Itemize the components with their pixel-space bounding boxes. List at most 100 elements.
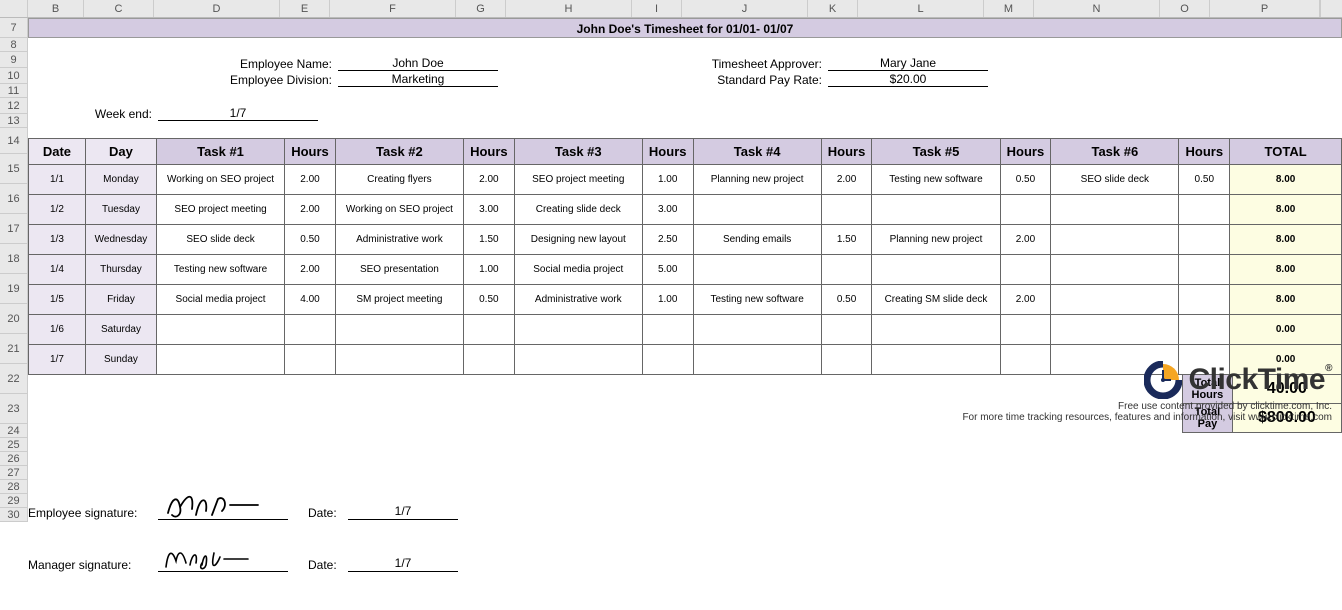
cell-hours[interactable]: 0.50 <box>463 285 514 315</box>
cell-date[interactable]: 1/7 <box>29 345 86 375</box>
row-header-14[interactable]: 14 <box>0 128 28 154</box>
cell-hours[interactable]: 5.00 <box>642 255 693 285</box>
row-header-8[interactable]: 8 <box>0 38 28 52</box>
row-header-17[interactable]: 17 <box>0 214 28 244</box>
cell-task[interactable] <box>693 195 821 225</box>
row-header-10[interactable]: 10 <box>0 68 28 84</box>
cell-date[interactable]: 1/3 <box>29 225 86 255</box>
week-end-value[interactable]: 1/7 <box>158 106 318 121</box>
cell-task[interactable]: Working on SEO project <box>157 165 285 195</box>
cell-task[interactable]: Creating slide deck <box>514 195 642 225</box>
cell-total[interactable]: 8.00 <box>1230 225 1342 255</box>
cell-task[interactable]: Testing new software <box>693 285 821 315</box>
row-header-24[interactable]: 24 <box>0 424 28 438</box>
cell-total[interactable]: 0.00 <box>1230 315 1342 345</box>
cell-hours[interactable]: 0.50 <box>1000 165 1051 195</box>
cell-task[interactable] <box>693 255 821 285</box>
cell-hours[interactable] <box>642 315 693 345</box>
cell-hours[interactable]: 0.50 <box>285 225 336 255</box>
row-header-27[interactable]: 27 <box>0 466 28 480</box>
column-header-L[interactable]: L <box>858 0 984 17</box>
row-header-29[interactable]: 29 <box>0 494 28 508</box>
row-header-25[interactable]: 25 <box>0 438 28 452</box>
column-header-K[interactable]: K <box>808 0 858 17</box>
cell-task[interactable]: SEO project meeting <box>514 165 642 195</box>
cell-task[interactable] <box>1051 195 1179 225</box>
cell-task[interactable]: Planning new project <box>872 225 1000 255</box>
cell-task[interactable]: SM project meeting <box>335 285 463 315</box>
column-header-B[interactable]: B <box>28 0 84 17</box>
cell-task[interactable]: Social media project <box>157 285 285 315</box>
cell-total[interactable]: 8.00 <box>1230 195 1342 225</box>
cell-task[interactable]: SEO slide deck <box>157 225 285 255</box>
cell-hours[interactable] <box>1179 255 1230 285</box>
cell-task[interactable] <box>1051 285 1179 315</box>
cell-hours[interactable]: 3.00 <box>463 195 514 225</box>
cell-hours[interactable] <box>642 345 693 375</box>
cell-day[interactable]: Monday <box>85 165 156 195</box>
row-header-11[interactable]: 11 <box>0 84 28 98</box>
column-header-P[interactable]: P <box>1210 0 1320 17</box>
cell-task[interactable] <box>514 315 642 345</box>
cell-day[interactable]: Sunday <box>85 345 156 375</box>
cell-task[interactable]: Creating SM slide deck <box>872 285 1000 315</box>
cell-hours[interactable]: 1.50 <box>463 225 514 255</box>
cell-task[interactable] <box>1051 255 1179 285</box>
cell-task[interactable]: Creating flyers <box>335 165 463 195</box>
cell-task[interactable]: SEO presentation <box>335 255 463 285</box>
column-header-F[interactable]: F <box>330 0 456 17</box>
cell-task[interactable]: Testing new software <box>157 255 285 285</box>
cell-task[interactable]: Administrative work <box>514 285 642 315</box>
cell-task[interactable] <box>693 345 821 375</box>
row-header-28[interactable]: 28 <box>0 480 28 494</box>
cell-task[interactable] <box>335 345 463 375</box>
cell-hours[interactable] <box>285 345 336 375</box>
cell-hours[interactable] <box>1000 255 1051 285</box>
column-header-C[interactable]: C <box>84 0 154 17</box>
row-header-13[interactable]: 13 <box>0 114 28 128</box>
cell-total[interactable]: 8.00 <box>1230 285 1342 315</box>
cell-hours[interactable]: 3.00 <box>642 195 693 225</box>
cell-hours[interactable]: 1.50 <box>821 225 872 255</box>
cell-task[interactable]: Administrative work <box>335 225 463 255</box>
row-header-22[interactable]: 22 <box>0 364 28 394</box>
cell-hours[interactable] <box>821 315 872 345</box>
cell-hours[interactable] <box>1179 285 1230 315</box>
cell-hours[interactable]: 0.50 <box>821 285 872 315</box>
cell-task[interactable] <box>1051 315 1179 345</box>
cell-day[interactable]: Thursday <box>85 255 156 285</box>
row-header-26[interactable]: 26 <box>0 452 28 466</box>
cell-hours[interactable]: 2.00 <box>1000 225 1051 255</box>
employee-name-value[interactable]: John Doe <box>338 56 498 71</box>
row-header-16[interactable]: 16 <box>0 184 28 214</box>
row-header-9[interactable]: 9 <box>0 52 28 68</box>
cell-date[interactable]: 1/2 <box>29 195 86 225</box>
cell-task[interactable]: Sending emails <box>693 225 821 255</box>
cell-hours[interactable]: 2.00 <box>1000 285 1051 315</box>
cell-hours[interactable]: 2.50 <box>642 225 693 255</box>
cell-task[interactable]: Testing new software <box>872 165 1000 195</box>
cell-day[interactable]: Friday <box>85 285 156 315</box>
cell-task[interactable]: SEO project meeting <box>157 195 285 225</box>
employee-sig-date-value[interactable]: 1/7 <box>348 504 458 520</box>
cell-hours[interactable] <box>1179 315 1230 345</box>
column-header-I[interactable]: I <box>632 0 682 17</box>
cell-task[interactable]: Planning new project <box>693 165 821 195</box>
column-header-J[interactable]: J <box>682 0 808 17</box>
cell-hours[interactable]: 2.00 <box>285 255 336 285</box>
column-header-G[interactable]: G <box>456 0 506 17</box>
manager-sig-date-value[interactable]: 1/7 <box>348 556 458 572</box>
row-header-20[interactable]: 20 <box>0 304 28 334</box>
approver-value[interactable]: Mary Jane <box>828 56 988 71</box>
cell-hours[interactable] <box>285 315 336 345</box>
cell-hours[interactable] <box>1000 315 1051 345</box>
cell-hours[interactable] <box>821 345 872 375</box>
cell-hours[interactable]: 4.00 <box>285 285 336 315</box>
row-header-7[interactable]: 7 <box>0 18 28 38</box>
cell-task[interactable] <box>157 345 285 375</box>
cell-task[interactable] <box>1051 225 1179 255</box>
cell-hours[interactable] <box>463 315 514 345</box>
cell-date[interactable]: 1/6 <box>29 315 86 345</box>
cell-task[interactable] <box>157 315 285 345</box>
row-header-19[interactable]: 19 <box>0 274 28 304</box>
